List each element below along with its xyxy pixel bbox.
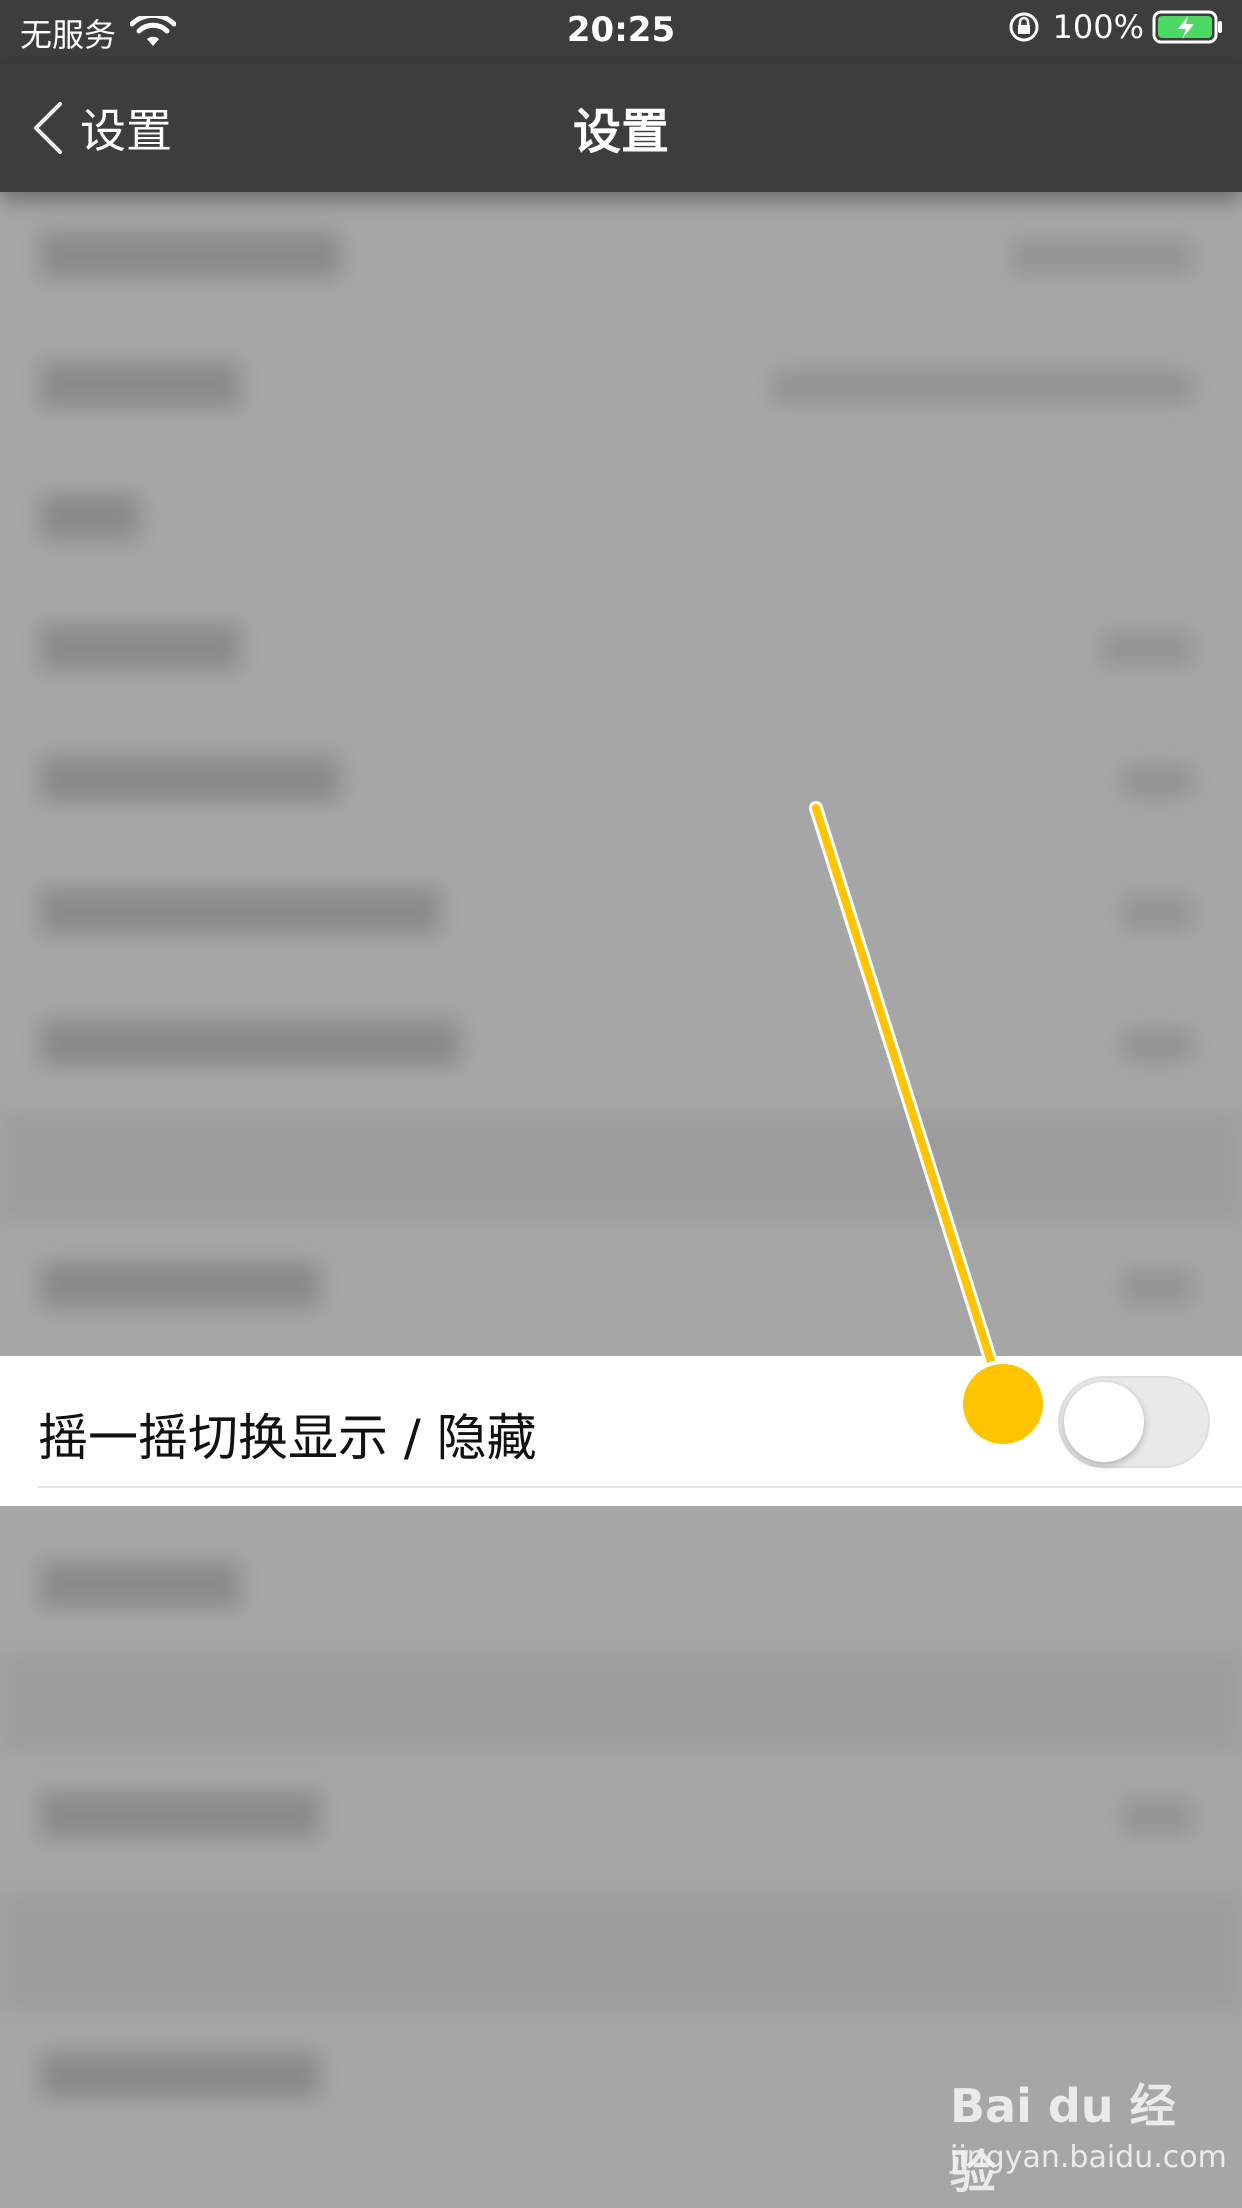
shake-toggle-row[interactable]: 摇一摇切换显示 / 隐藏 [0,1356,1242,1506]
blurred-row [0,1222,1242,1352]
blurred-section-gap [0,1112,1242,1222]
blurred-row [0,980,1242,1110]
blurred-row [0,1522,1242,1652]
status-right: 100% [1007,8,1224,46]
blurred-section-gap [0,1892,1242,2012]
blurred-row [0,322,1242,452]
row-divider [38,1486,1242,1488]
shake-toggle-switch[interactable] [1058,1376,1210,1468]
toggle-knob [1064,1382,1144,1462]
blurred-settings-list [0,192,1242,2208]
watermark-logo: Bai du 经验 [950,2079,1176,2199]
page-title: 设置 [572,104,669,160]
blurred-row [0,454,1242,584]
blurred-row [0,1752,1242,1882]
blurred-row [0,848,1242,978]
navigation-bar: 设置 设置 [0,64,1242,192]
blurred-row [0,716,1242,846]
orientation-lock-icon [1009,12,1039,42]
blurred-row [0,192,1242,322]
watermark-url: jingyan.baidu.com [950,2140,1227,2175]
blurred-section-gap [0,1652,1242,1752]
battery-charging-icon [1152,10,1222,44]
battery-text: 100% [1052,8,1144,46]
blurred-row [0,584,1242,714]
baidu-jingyan-watermark: Bai du 经验 jingyan.baidu.com [950,2070,1227,2199]
status-bar: 无服务 20:25 100% [0,0,1242,64]
shake-toggle-label: 摇一摇切换显示 / 隐藏 [38,1409,537,1467]
